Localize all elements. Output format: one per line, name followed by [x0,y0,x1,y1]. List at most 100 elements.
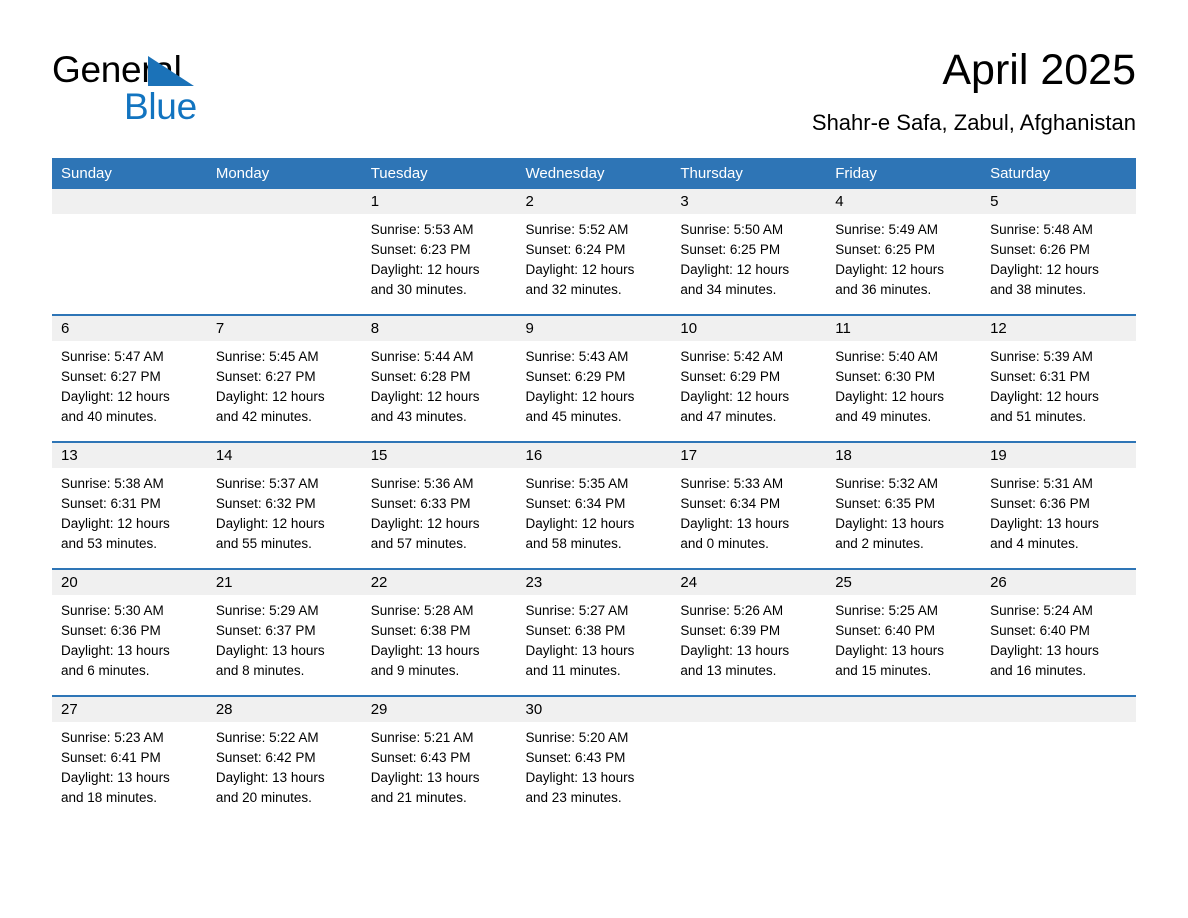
calendar-page: General Blue April 2025 Shahr-e Safa, Za… [0,0,1188,918]
calendar-day-cell[interactable]: 21 Sunrise: 5:29 AM Sunset: 6:37 PM Dayligh… [206,568,362,696]
day-detail-line-2: Sunset: 6:23 PM [370,242,471,257]
day-detail-line-2: Sunset: 6:43 PM [525,750,626,765]
day-detail-line-4: and 15 minutes. [835,663,932,678]
day-detail-line-3: Daylight: 12 hours [525,262,635,277]
day-detail-line-3: Daylight: 13 hours [525,770,635,785]
calendar-day-cell[interactable]: 1 Sunrise: 5:53 AM Sunset: 6:23 PM Daylight… [361,189,517,315]
calendar-day-cell[interactable]: 26 Sunrise: 5:24 AM Sunset: 6:40 PM Dayligh… [981,568,1136,696]
day-number: 29 [361,697,517,722]
weekday-header-sunday: Sunday [52,158,207,189]
title-block: April 2025 Shahr-e Safa, Zabul, Afghanis… [812,44,1136,136]
calendar-day-cell[interactable]: 27 Sunrise: 5:23 AM Sunset: 6:41 PM Dayligh… [52,695,207,822]
calendar-day-cell[interactable]: 8 Sunrise: 5:44 AM Sunset: 6:28 PM Daylight… [361,314,517,442]
day-detail-line-1: Sunrise: 5:28 AM [370,603,474,618]
day-detail-line-1: Sunrise: 5:29 AM [215,603,319,618]
calendar-day-cell[interactable]: 28 Sunrise: 5:22 AM Sunset: 6:42 PM Dayligh… [206,695,362,822]
day-number: 16 [516,443,672,468]
day-detail-line-4: and 42 minutes. [215,409,312,424]
calendar-week-row: 6 Sunrise: 5:47 AM Sunset: 6:27 PM Daylight… [52,314,1136,442]
day-details: Sunrise: 5:53 AM Sunset: 6:23 PM Daylight:… [362,214,517,314]
calendar-day-cell[interactable]: 5 Sunrise: 5:48 AM Sunset: 6:26 PM Daylight… [981,189,1136,315]
day-detail-line-4: and 4 minutes. [990,536,1079,551]
calendar-day-cell[interactable]: 10 Sunrise: 5:42 AM Sunset: 6:29 PM Dayligh… [671,314,827,442]
day-details: Sunrise: 5:33 AM Sunset: 6:34 PM Daylight:… [671,468,826,568]
day-number: 8 [361,316,517,341]
calendar-day-cell[interactable]: 7 Sunrise: 5:45 AM Sunset: 6:27 PM Daylight… [206,314,362,442]
day-detail-line-2: Sunset: 6:40 PM [835,623,936,638]
day-detail-line-3: Daylight: 12 hours [61,516,170,531]
calendar-day-cell[interactable]: 25 Sunrise: 5:25 AM Sunset: 6:40 PM Dayligh… [826,568,982,696]
day-detail-line-2: Sunset: 6:40 PM [990,623,1090,638]
day-number: 12 [981,316,1136,341]
calendar-day-cell[interactable]: 11 Sunrise: 5:40 AM Sunset: 6:30 PM Dayligh… [826,314,982,442]
day-detail-line-2: Sunset: 6:42 PM [215,750,316,765]
day-details: Sunrise: 5:23 AM Sunset: 6:41 PM Daylight:… [52,722,207,822]
page-header: General Blue April 2025 Shahr-e Safa, Za… [52,44,1136,154]
calendar-day-cell[interactable]: 13 Sunrise: 5:38 AM Sunset: 6:31 PM Dayligh… [52,441,207,569]
calendar-container: Sunday Monday Tuesday Wednesday Thursday Frid… [52,158,1136,822]
day-detail-line-3: Daylight: 13 hours [215,643,325,658]
day-detail-line-3: Daylight: 13 hours [990,516,1099,531]
day-detail-line-3: Daylight: 12 hours [990,262,1099,277]
calendar-day-cell[interactable]: 20 Sunrise: 5:30 AM Sunset: 6:36 PM Dayligh… [52,568,207,696]
day-number: 10 [671,316,827,341]
calendar-day-cell[interactable]: 15 Sunrise: 5:36 AM Sunset: 6:33 PM Dayligh… [361,441,517,569]
day-detail-line-3: Daylight: 13 hours [370,770,480,785]
day-detail-line-1: Sunrise: 5:23 AM [61,730,164,745]
day-details: Sunrise: 5:47 AM Sunset: 6:27 PM Daylight:… [52,341,207,441]
calendar-day-cell[interactable]: 29 Sunrise: 5:21 AM Sunset: 6:43 PM Dayligh… [361,695,517,822]
day-number: 1 [361,189,517,214]
calendar-week-row: 27 Sunrise: 5:23 AM Sunset: 6:41 PM Dayligh… [52,695,1136,822]
day-detail-line-1: Sunrise: 5:45 AM [215,349,319,364]
day-detail-line-4: and 53 minutes. [61,536,158,551]
day-detail-line-3: Daylight: 12 hours [835,389,945,404]
calendar-day-cell[interactable]: 2 Sunrise: 5:52 AM Sunset: 6:24 PM Daylight… [516,189,672,315]
day-details: Sunrise: 5:27 AM Sunset: 6:38 PM Daylight:… [517,595,672,695]
day-number [671,697,827,722]
calendar-day-cell[interactable]: 24 Sunrise: 5:26 AM Sunset: 6:39 PM Dayligh… [671,568,827,696]
day-detail-line-1: Sunrise: 5:52 AM [525,222,629,237]
day-detail-line-3: Daylight: 12 hours [525,389,635,404]
day-detail-line-4: and 0 minutes. [680,536,769,551]
day-detail-line-2: Sunset: 6:28 PM [370,369,471,384]
day-detail-line-1: Sunrise: 5:50 AM [680,222,784,237]
day-detail-line-1: Sunrise: 5:42 AM [680,349,784,364]
calendar-day-cell[interactable]: 30 Sunrise: 5:20 AM Sunset: 6:43 PM Dayligh… [516,695,672,822]
day-detail-line-1: Sunrise: 5:49 AM [835,222,939,237]
calendar-day-cell[interactable]: 17 Sunrise: 5:33 AM Sunset: 6:34 PM Dayligh… [671,441,827,569]
day-details: Sunrise: 5:30 AM Sunset: 6:36 PM Daylight:… [52,595,207,695]
day-detail-line-2: Sunset: 6:43 PM [370,750,471,765]
calendar-day-cell[interactable]: 9 Sunrise: 5:43 AM Sunset: 6:29 PM Daylight… [516,314,672,442]
calendar-body: 1 Sunrise: 5:53 AM Sunset: 6:23 PM Daylight… [52,189,1136,822]
day-detail-line-3: Daylight: 12 hours [61,389,170,404]
calendar-day-cell[interactable]: 6 Sunrise: 5:47 AM Sunset: 6:27 PM Daylight… [52,314,207,442]
calendar-week-row: 20 Sunrise: 5:30 AM Sunset: 6:36 PM Dayligh… [52,568,1136,696]
day-details: Sunrise: 5:20 AM Sunset: 6:43 PM Daylight:… [517,722,672,822]
day-detail-line-1: Sunrise: 5:22 AM [215,730,319,745]
day-detail-line-4: and 20 minutes. [215,790,312,805]
calendar-day-cell[interactable]: 19 Sunrise: 5:31 AM Sunset: 6:36 PM Dayligh… [981,441,1136,569]
day-detail-line-2: Sunset: 6:30 PM [835,369,936,384]
calendar-day-cell[interactable]: 12 Sunrise: 5:39 AM Sunset: 6:31 PM Dayligh… [981,314,1136,442]
day-detail-line-2: Sunset: 6:35 PM [835,496,936,511]
day-detail-line-2: Sunset: 6:38 PM [370,623,471,638]
general-blue-logo[interactable]: General Blue [52,50,252,130]
day-detail-line-4: and 8 minutes. [215,663,305,678]
calendar-day-cell[interactable]: 18 Sunrise: 5:32 AM Sunset: 6:35 PM Dayligh… [826,441,982,569]
day-details: Sunrise: 5:24 AM Sunset: 6:40 PM Daylight:… [981,595,1136,695]
calendar-day-cell[interactable]: 16 Sunrise: 5:35 AM Sunset: 6:34 PM Dayligh… [516,441,672,569]
calendar-table: Sunday Monday Tuesday Wednesday Thursday Frid… [52,158,1136,822]
day-number: 7 [206,316,362,341]
day-detail-line-4: and 38 minutes. [990,282,1087,297]
calendar-day-cell[interactable]: 14 Sunrise: 5:37 AM Sunset: 6:32 PM Dayligh… [206,441,362,569]
weekday-header-friday: Friday [826,158,982,189]
day-detail-line-1: Sunrise: 5:36 AM [370,476,474,491]
day-details: Sunrise: 5:32 AM Sunset: 6:35 PM Daylight:… [826,468,981,568]
calendar-day-cell[interactable]: 23 Sunrise: 5:27 AM Sunset: 6:38 PM Dayligh… [516,568,672,696]
day-details: Sunrise: 5:35 AM Sunset: 6:34 PM Daylight:… [517,468,672,568]
day-detail-line-4: and 16 minutes. [990,663,1087,678]
calendar-day-cell[interactable]: 4 Sunrise: 5:49 AM Sunset: 6:25 PM Daylight… [826,189,982,315]
day-detail-line-1: Sunrise: 5:47 AM [61,349,164,364]
calendar-day-cell[interactable]: 3 Sunrise: 5:50 AM Sunset: 6:25 PM Daylight… [671,189,827,315]
calendar-day-cell[interactable]: 22 Sunrise: 5:28 AM Sunset: 6:38 PM Dayligh… [361,568,517,696]
